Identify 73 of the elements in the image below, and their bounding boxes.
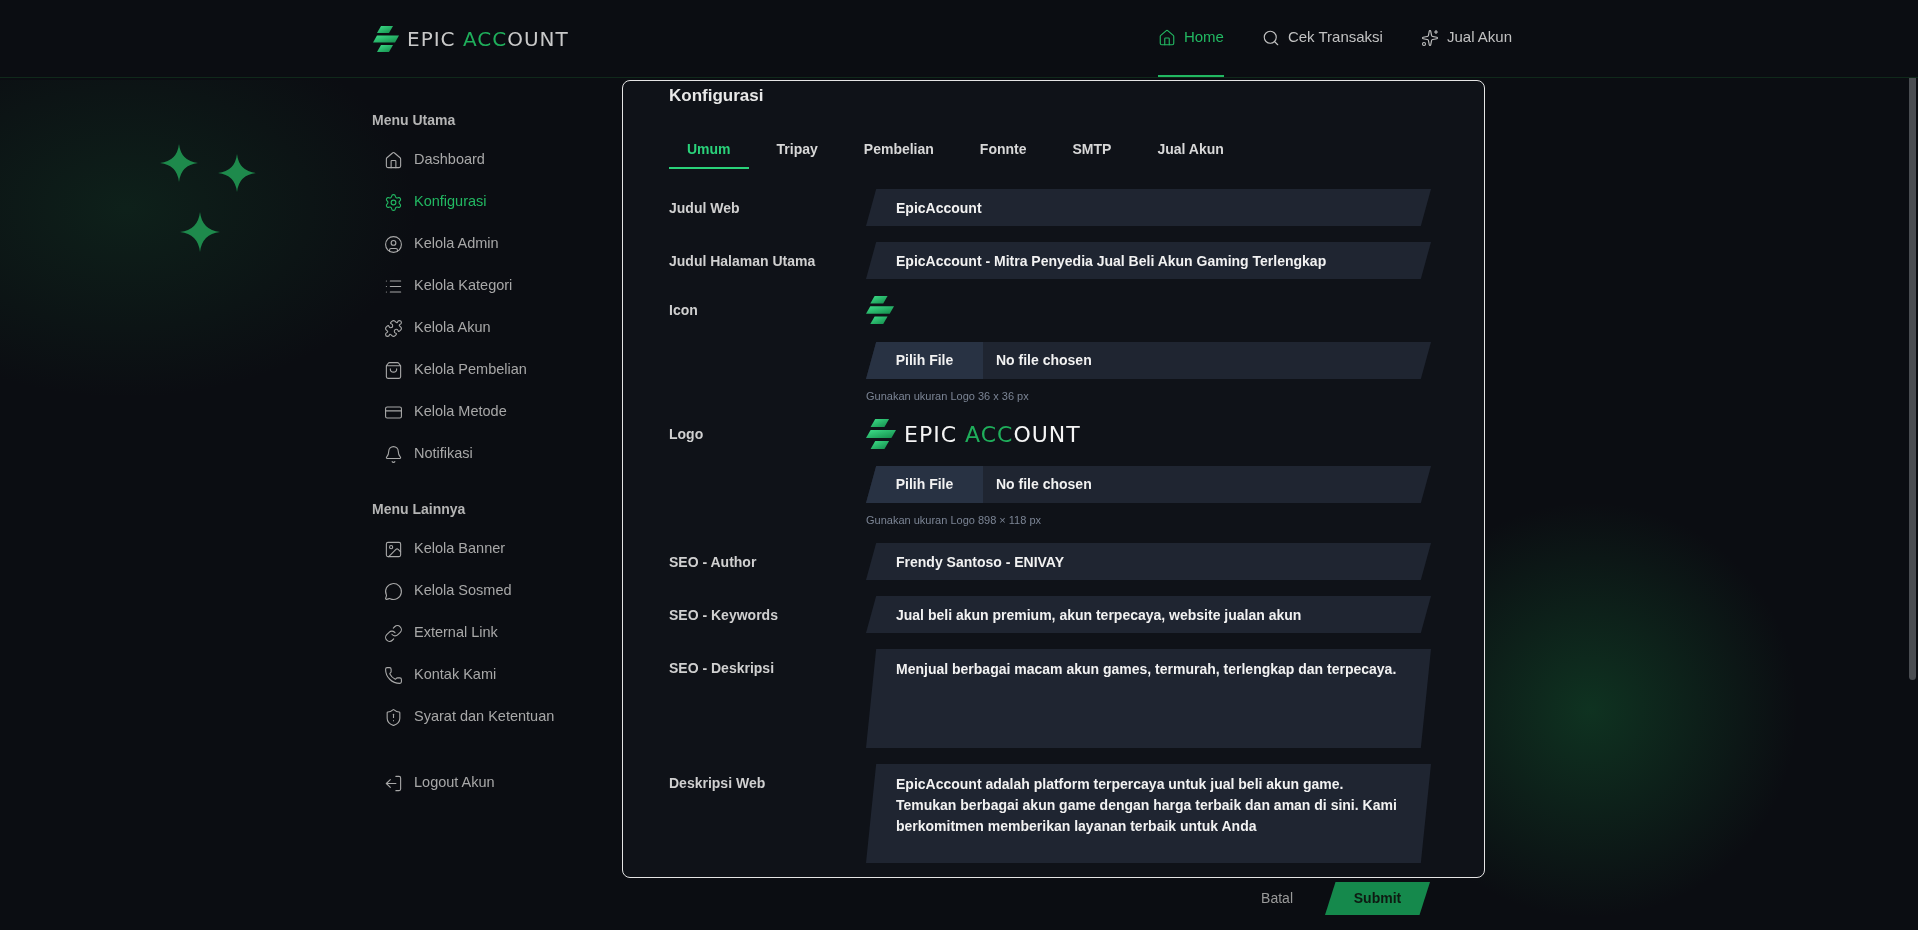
shield-icon [384,707,403,727]
image-icon [384,539,403,559]
puzzle-icon [384,318,403,338]
field-label: Judul Halaman Utama [669,251,817,270]
bell-icon [384,444,403,464]
submit-button[interactable]: Submit [1325,882,1430,915]
sidebar-item[interactable]: Kelola Pembelian [372,349,622,391]
chat-icon [384,581,403,601]
sidebar-item[interactable]: Kelola Admin [372,223,622,265]
logo-mark-icon [373,25,399,52]
section-heading: Menu Lainnya [372,501,467,517]
nav-link[interactable]: Jual Akun [1420,0,1512,77]
logo-mark-icon [866,419,896,449]
sidebar-item[interactable]: Syarat dan Ketentuan [372,696,622,738]
field-label: SEO - Keywords [669,605,779,624]
sidebar-item[interactable]: Kontak Kami [372,654,622,696]
field-label: SEO - Author [669,552,758,571]
choose-file-button[interactable]: Pilih File [866,342,983,379]
nav-link[interactable]: Home [1157,0,1224,77]
sidebar-item[interactable]: Konfigurasi [372,181,622,223]
bag-icon [384,360,403,380]
card-title: Konfigurasi [669,85,765,107]
tab[interactable]: SMTP [1054,132,1130,169]
sidebar-item[interactable]: Kelola Sosmed [372,570,622,612]
cancel-button[interactable]: Batal [1245,882,1309,915]
sidebar-item[interactable]: Kelola Kategori [372,265,622,307]
tab[interactable]: Fonnte [961,132,1045,169]
logout-icon [384,773,403,793]
file-status: No file chosen [996,351,1092,370]
sidebar-item[interactable]: Kelola Akun [372,307,622,349]
tab[interactable]: Umum [669,132,749,169]
sparkle-icon [180,212,220,252]
field-label: Deskripsi Web [669,774,767,792]
file-status: No file chosen [996,475,1092,494]
home-icon [1157,28,1176,47]
search-icon [1261,28,1280,47]
sparkle-icon [218,154,256,192]
logo-text: EPIC ACCOUNT [407,25,569,53]
user-icon [384,234,403,254]
logo-mark-icon [866,296,894,324]
textarea-field[interactable]: Menjual berbagai macam akun games, termurah, terlengkap dan terpecaya. [866,649,1431,748]
section-heading: Menu Utama [372,112,457,128]
field-label: Judul Web [669,198,741,217]
tab[interactable]: Tripay [758,132,836,169]
sidebar-item[interactable]: Dashboard [372,139,622,181]
sidebar-item[interactable]: External Link [372,612,622,654]
sparkle-icon [160,144,198,182]
text-field[interactable]: Frendy Santoso - ENIVAY [866,543,1431,580]
sparkles-icon [1420,28,1439,47]
phone-icon [384,665,403,685]
hint-text: Gunakan ukuran Logo 36 x 36 px [866,389,1030,403]
logo-preview-text: EPIC ACCOUNT [904,420,1081,449]
field-label: Logo [669,425,704,443]
file-input-field[interactable]: Pilih File No file chosen [866,466,1431,503]
tab[interactable]: Jual Akun [1139,132,1242,169]
textarea-field[interactable]: EpicAccount adalah platform terpercaya untuk jual beli akun game. Temukan berbagai akun game dengan harga terbaik dan aman di sini. Kami berkomitmen memberikan layanan terbaik untuk Anda [866,764,1431,863]
tab[interactable]: Pembelian [845,132,952,169]
logout-link[interactable]: Logout Akun [372,762,622,804]
field-label: Icon [669,301,698,319]
text-field[interactable]: Jual beli akun premium, akun terpecaya, website jualan akun [866,596,1431,633]
nav-link[interactable]: Cek Transaksi [1261,0,1383,77]
sidebar-item[interactable]: Notifikasi [372,433,622,475]
settings-icon [384,192,403,212]
text-field[interactable]: EpicAccount [866,189,1431,226]
text-field[interactable]: EpicAccount - Mitra Penyedia Jual Beli Akun Gaming Terlengkap [866,242,1431,279]
sidebar-item[interactable]: Kelola Banner [372,528,622,570]
sidebar-item[interactable]: Kelola Metode [372,391,622,433]
link-icon [384,623,403,643]
hint-text: Gunakan ukuran Logo 898 × 118 px [866,513,1043,527]
home-icon [384,150,403,170]
choose-file-button[interactable]: Pilih File [866,466,983,503]
file-input-field[interactable]: Pilih File No file chosen [866,342,1431,379]
field-label: SEO - Deskripsi [669,659,776,677]
